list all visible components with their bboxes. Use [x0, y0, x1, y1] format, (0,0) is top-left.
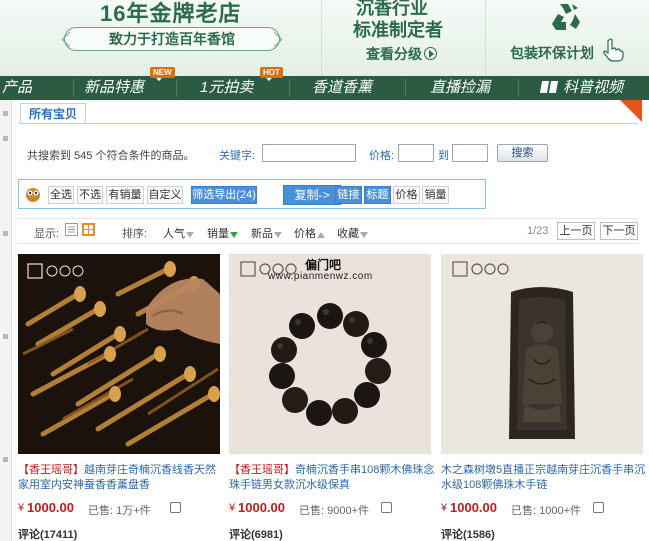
sort-desc-icon	[360, 232, 368, 238]
product-image[interactable]	[441, 254, 643, 454]
nav-divider	[405, 79, 406, 97]
nav-divider	[176, 79, 177, 97]
banner-brand-slogan: 致力于打造百年香馆	[64, 27, 280, 51]
selection-toolbar: 全选 不选 有销量 自定义 筛选导出(24) 复制-> 链接 标题 价格 销量	[18, 179, 486, 209]
keyword-label: 关键字:	[219, 150, 256, 162]
header-divider	[18, 123, 638, 124]
new-badge: NEW	[150, 67, 175, 81]
banner-brand-title: 16年金牌老店	[100, 1, 242, 26]
eco-packaging-text: 包装环保计划	[510, 45, 594, 61]
sort-asc-icon	[317, 232, 325, 238]
price-max-input[interactable]	[452, 144, 488, 162]
review-count[interactable]: 评论(17411)	[18, 526, 77, 541]
price-to-label: 到	[438, 150, 449, 162]
copy-link-toggle[interactable]: 链接	[335, 186, 362, 204]
gutter-marker	[3, 334, 8, 339]
main-nav: 产品 新品特惠 NEW 1元拍卖 HOT 香道香薰 直播捡漏 科普视频	[0, 67, 649, 100]
corner-ribbon	[620, 100, 642, 122]
sort-desc-icon	[186, 232, 194, 238]
currency-symbol: ¥	[229, 502, 236, 514]
currency-symbol: ¥	[441, 502, 448, 514]
view-grading-label: 查看分级	[366, 46, 422, 62]
nav-item-incense[interactable]: 香道香薰	[312, 76, 372, 100]
hot-badge: HOT	[260, 67, 283, 81]
product-select-checkbox[interactable]	[593, 502, 604, 513]
keyword-input[interactable]	[262, 144, 356, 162]
sold-count: 已售: 1万+件	[88, 505, 151, 517]
product-select-checkbox[interactable]	[170, 502, 181, 513]
select-all-button[interactable]: 全选	[48, 186, 74, 204]
product-price: 1000.00	[450, 500, 497, 515]
nav-item-videos[interactable]: 科普视频	[539, 76, 623, 100]
pointing-hand-icon	[603, 38, 624, 62]
price-min-input[interactable]	[398, 144, 434, 162]
filter-export-button[interactable]: 筛选导出(24)	[191, 186, 257, 204]
custom-button[interactable]: 自定义	[147, 186, 183, 204]
banner-standard-line2: 标准制定者	[353, 20, 443, 40]
sort-label: 排序:	[122, 228, 148, 240]
grid-view-icon[interactable]	[82, 223, 95, 236]
price-line: ¥ 1000.00 已售: 1万+件	[18, 500, 220, 517]
gutter-marker	[3, 231, 8, 236]
display-label: 显示:	[34, 228, 60, 240]
list-view-icon[interactable]	[65, 223, 78, 236]
watermark-url: www.pianmenwz.com	[268, 271, 373, 282]
price-label: 价格:	[369, 150, 395, 162]
top-banner: 16年金牌老店 致力于打造百年香馆 沉香行业 标准制定者 查看分级 包装环保计划	[0, 0, 649, 76]
product-image[interactable]	[229, 254, 431, 454]
copy-title-toggle[interactable]: 标题	[364, 186, 391, 204]
recycle-icon	[552, 4, 580, 30]
next-page-button[interactable]: 下一页	[600, 222, 638, 240]
prev-page-button[interactable]: 上一页	[557, 222, 595, 240]
gutter-marker	[3, 457, 8, 462]
select-none-button[interactable]: 不选	[77, 186, 103, 204]
nav-item-live[interactable]: 直播捡漏	[430, 76, 490, 100]
copy-sales-toggle[interactable]: 销量	[422, 186, 449, 204]
nav-item-new-deals[interactable]: 新品特惠 NEW	[84, 67, 175, 100]
review-count[interactable]: 评论(6981)	[229, 526, 283, 541]
nav-divider	[289, 79, 290, 97]
nav-divider	[518, 79, 519, 97]
sort-newest[interactable]: 新品	[251, 225, 282, 241]
banner-brand-panel[interactable]: 16年金牌老店 致力于打造百年香馆	[0, 0, 322, 76]
owl-icon	[26, 188, 40, 202]
sort-favorites[interactable]: 收藏	[337, 225, 368, 241]
left-gutter	[0, 100, 12, 541]
product-title-link[interactable]: 【香王瑶哥】越南芽庄奇楠沉香线香天然家用室内安神蚕香香薰盘香	[18, 463, 224, 493]
nav-item-auction[interactable]: 1元拍卖 HOT	[200, 67, 283, 100]
view-grading-link[interactable]: 查看分级	[366, 44, 437, 64]
review-count[interactable]: 评论(1586)	[441, 526, 495, 541]
search-result-count: 共搜索到 545 个符合条件的商品。	[27, 150, 195, 162]
book-icon	[539, 81, 559, 93]
has-sales-button[interactable]: 有销量	[106, 186, 144, 204]
copy-button[interactable]: 复制->	[283, 185, 341, 205]
gutter-marker	[3, 111, 8, 116]
sold-count: 已售: 9000+件	[299, 505, 370, 517]
sold-count: 已售: 1000+件	[511, 505, 582, 517]
price-line: ¥ 1000.00 已售: 9000+件	[229, 500, 431, 517]
nav-divider	[73, 79, 74, 97]
copy-price-toggle[interactable]: 价格	[393, 186, 420, 204]
price-line: ¥ 1000.00 已售: 1000+件	[441, 500, 643, 517]
product-price: 1000.00	[27, 500, 74, 515]
page-indicator: 1/23	[527, 225, 549, 237]
sort-sales[interactable]: 销量	[207, 225, 238, 241]
gutter-marker	[3, 136, 8, 141]
product-title-link[interactable]: 【香王瑶哥】奇楠沉香手串108颗木佛珠念珠手链男女款沉水级保真	[229, 463, 435, 493]
sort-price[interactable]: 价格	[294, 225, 325, 241]
sort-desc-icon	[230, 232, 238, 238]
tab-all-items[interactable]: 所有宝贝	[20, 103, 87, 123]
product-image[interactable]	[18, 254, 220, 454]
sort-bar: 显示: 排序: 人气 销量 新品 价格 收藏 1/23 上一页 下一页	[18, 218, 638, 244]
search-button[interactable]: 搜索	[497, 144, 548, 162]
product-title-link[interactable]: 木之森树墩5直播正宗越南芽庄沉香手串沉水级108颗佛珠木手链	[441, 463, 647, 493]
sort-popularity[interactable]: 人气	[163, 225, 194, 241]
currency-symbol: ¥	[18, 502, 25, 514]
product-price: 1000.00	[238, 500, 285, 515]
sort-desc-icon	[274, 232, 282, 238]
play-circle-icon	[424, 47, 437, 60]
product-select-checkbox[interactable]	[381, 502, 392, 513]
nav-item-products[interactable]: 产品	[2, 76, 32, 100]
